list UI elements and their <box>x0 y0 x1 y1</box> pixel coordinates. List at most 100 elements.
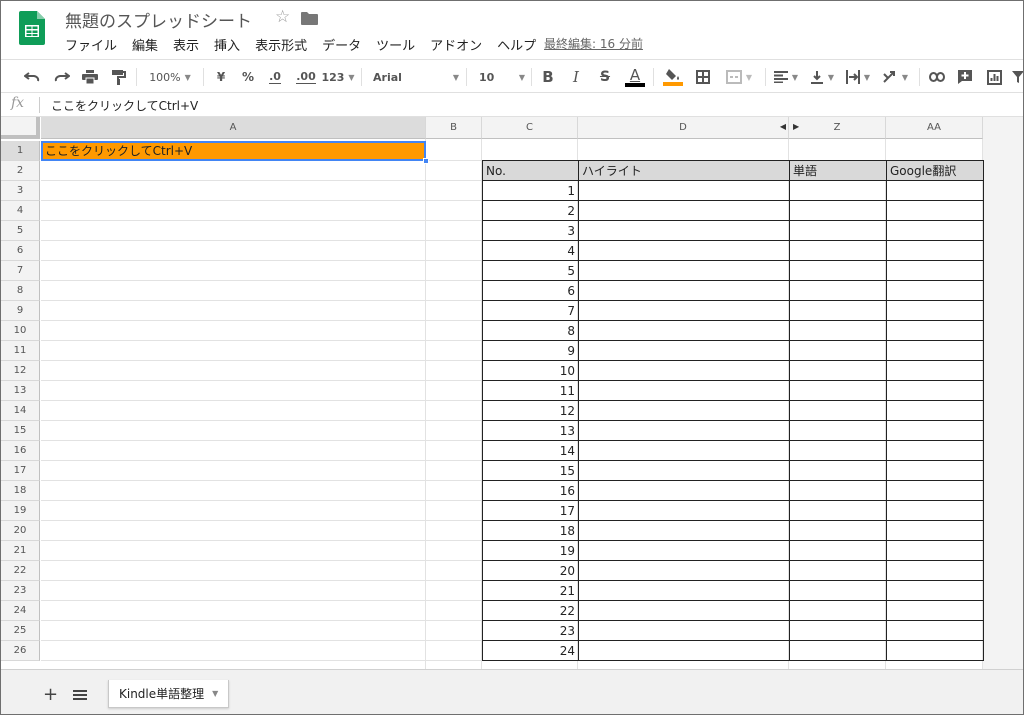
formula-input[interactable]: ここをクリックしてCtrl+V <box>51 97 198 114</box>
cell-no[interactable]: 8 <box>482 320 579 341</box>
italic-button[interactable]: I <box>566 60 586 94</box>
cell-word[interactable] <box>789 620 887 641</box>
cell-google-translate[interactable] <box>886 360 984 381</box>
cell-word[interactable] <box>789 320 887 341</box>
cell-google-translate[interactable] <box>886 300 984 321</box>
cell-no[interactable]: 3 <box>482 220 579 241</box>
cell-highlight[interactable] <box>578 300 790 321</box>
cell-no[interactable]: 20 <box>482 560 579 581</box>
row-header[interactable]: 3 <box>1 181 40 201</box>
cell-word[interactable] <box>789 480 887 501</box>
row-header[interactable]: 1 <box>1 141 40 161</box>
text-color-button[interactable]: A <box>623 60 647 94</box>
row-header[interactable]: 6 <box>1 241 40 261</box>
row-header[interactable]: 17 <box>1 461 40 481</box>
cell-google-translate[interactable] <box>886 500 984 521</box>
cell-no[interactable]: 16 <box>482 480 579 501</box>
text-rotate-icon[interactable]: ▼ <box>879 60 911 94</box>
font-family-select[interactable]: Arial ▼ <box>369 60 459 94</box>
cell-google-translate[interactable] <box>886 460 984 481</box>
cell-highlight[interactable] <box>578 540 790 561</box>
row-header[interactable]: 16 <box>1 441 40 461</box>
row-header[interactable]: 4 <box>1 201 40 221</box>
menu-format[interactable]: 表示形式 <box>255 35 307 55</box>
cell-google-translate[interactable] <box>886 380 984 401</box>
row-header[interactable]: 24 <box>1 601 40 621</box>
cell-google-translate[interactable] <box>886 340 984 361</box>
redo-icon[interactable] <box>51 60 73 94</box>
last-edit-link[interactable]: 最終編集: 16 分前 <box>544 35 643 52</box>
cell-google-translate[interactable] <box>886 600 984 621</box>
cell-highlight[interactable] <box>578 600 790 621</box>
cell-word[interactable] <box>789 440 887 461</box>
cell-word[interactable] <box>789 200 887 221</box>
row-header[interactable]: 8 <box>1 281 40 301</box>
cell-highlight[interactable] <box>578 480 790 501</box>
column-header-c[interactable]: C <box>482 117 578 139</box>
cell-no[interactable]: 10 <box>482 360 579 381</box>
cell-google-translate[interactable] <box>886 560 984 581</box>
cell-no[interactable]: 4 <box>482 240 579 261</box>
add-sheet-button[interactable]: + <box>43 684 58 705</box>
fill-handle[interactable] <box>423 158 429 164</box>
font-size-select[interactable]: 10 ▼ <box>473 60 525 94</box>
row-header[interactable]: 11 <box>1 341 40 361</box>
cell-google-translate[interactable] <box>886 320 984 341</box>
menu-edit[interactable]: 編集 <box>132 35 158 55</box>
horizontal-align-icon[interactable]: ▼ <box>771 60 801 94</box>
cell-google-translate[interactable] <box>886 440 984 461</box>
header-no[interactable]: No. <box>482 160 579 181</box>
cell-google-translate[interactable] <box>886 580 984 601</box>
increase-decimal-button[interactable]: .00 <box>293 60 319 94</box>
cell-word[interactable] <box>789 600 887 621</box>
merge-cells-icon[interactable]: ▼ <box>721 60 757 94</box>
header-highlight[interactable]: ハイライト <box>578 160 790 181</box>
header-word[interactable]: 単語 <box>789 160 887 181</box>
cell-no[interactable]: 2 <box>482 200 579 221</box>
strikethrough-button[interactable]: S <box>595 60 615 94</box>
cell-word[interactable] <box>789 400 887 421</box>
hidden-columns-right-arrow-icon[interactable]: ▶ <box>793 122 799 131</box>
column-header-aa[interactable]: AA <box>886 117 983 139</box>
more-formats-select[interactable]: 123 ▼ <box>321 60 354 94</box>
row-header[interactable]: 20 <box>1 521 40 541</box>
cell-highlight[interactable] <box>578 180 790 201</box>
cell-word[interactable] <box>789 520 887 541</box>
cell-highlight[interactable] <box>578 280 790 301</box>
cell-google-translate[interactable] <box>886 540 984 561</box>
all-sheets-list-icon[interactable] <box>73 690 87 700</box>
cell-word[interactable] <box>789 500 887 521</box>
cell-google-translate[interactable] <box>886 480 984 501</box>
cell-no[interactable]: 24 <box>482 640 579 661</box>
cell-no[interactable]: 5 <box>482 260 579 281</box>
insert-comment-icon[interactable] <box>954 60 976 94</box>
row-header[interactable]: 14 <box>1 401 40 421</box>
cell-no[interactable]: 18 <box>482 520 579 541</box>
column-header-a[interactable]: A <box>41 117 426 139</box>
decrease-decimal-button[interactable]: .0 <box>264 60 286 94</box>
row-header[interactable]: 22 <box>1 561 40 581</box>
cell-no[interactable]: 22 <box>482 600 579 621</box>
cell-word[interactable] <box>789 300 887 321</box>
sheet-tab[interactable]: Kindle単語整理 ▼ <box>108 680 230 708</box>
cell-no[interactable]: 1 <box>482 180 579 201</box>
cell-google-translate[interactable] <box>886 520 984 541</box>
cell-word[interactable] <box>789 420 887 441</box>
sheet-tab-menu-icon[interactable]: ▼ <box>212 689 218 698</box>
cell-no[interactable]: 15 <box>482 460 579 481</box>
insert-link-icon[interactable] <box>926 60 948 94</box>
currency-format-button[interactable]: ¥ <box>211 60 231 94</box>
menu-insert[interactable]: 挿入 <box>214 35 240 55</box>
cell-word[interactable] <box>789 240 887 261</box>
cell-no[interactable]: 7 <box>482 300 579 321</box>
row-header[interactable]: 18 <box>1 481 40 501</box>
cell-google-translate[interactable] <box>886 220 984 241</box>
cell-google-translate[interactable] <box>886 280 984 301</box>
percent-format-button[interactable]: % <box>238 60 258 94</box>
cell-highlight[interactable] <box>578 560 790 581</box>
fill-color-button[interactable] <box>661 60 685 94</box>
cell-highlight[interactable] <box>578 200 790 221</box>
zoom-select[interactable]: 100% ▼ <box>145 60 195 94</box>
row-header[interactable]: 23 <box>1 581 40 601</box>
cell-a1[interactable]: ここをクリックしてCtrl+V <box>41 141 426 161</box>
